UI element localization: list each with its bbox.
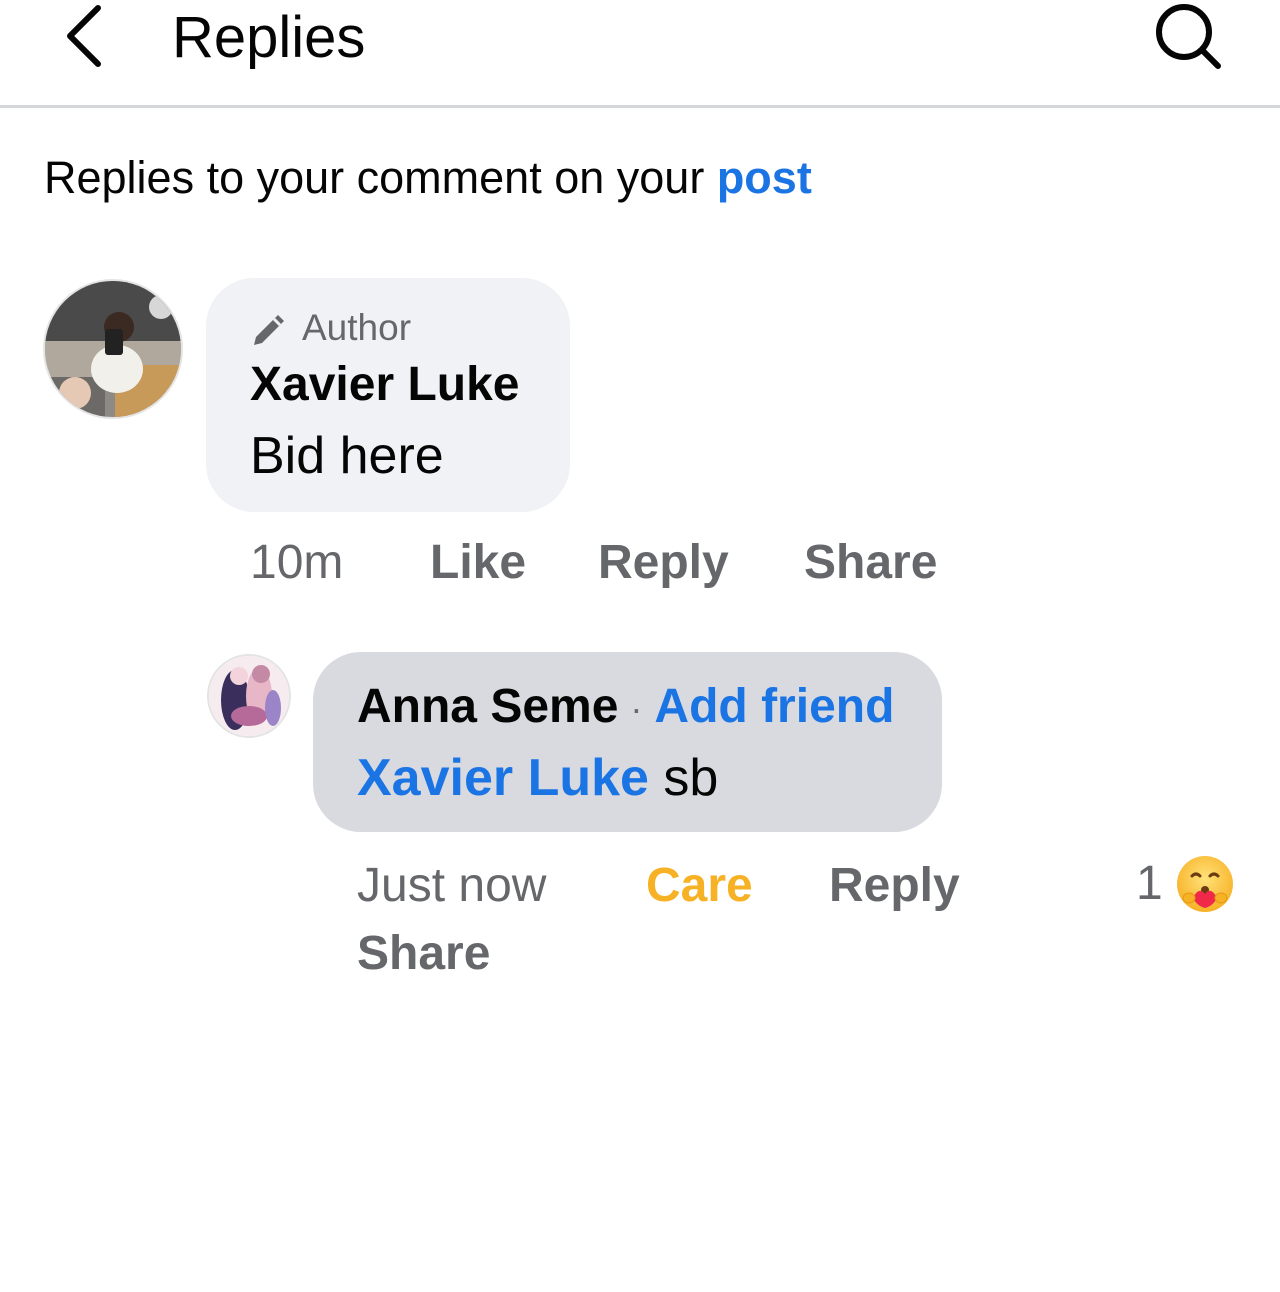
top-bar: Replies bbox=[0, 0, 1280, 108]
search-button[interactable] bbox=[1146, 0, 1230, 72]
reaction-summary[interactable]: 1 bbox=[1136, 852, 1235, 916]
reply-header: Anna Seme · Add friend bbox=[357, 678, 894, 738]
comment-timestamp: 10m bbox=[250, 536, 344, 589]
page-title: Replies bbox=[172, 5, 366, 70]
author-badge-label: Author bbox=[302, 307, 412, 348]
reply-message: sb bbox=[648, 749, 719, 807]
add-friend-button[interactable]: Add friend bbox=[654, 680, 894, 733]
reply-timestamp: Just now bbox=[357, 859, 547, 912]
back-button[interactable] bbox=[52, 0, 116, 72]
share-button[interactable]: Share bbox=[804, 533, 937, 593]
share-button[interactable]: Share bbox=[357, 924, 490, 984]
author-badge: Author bbox=[250, 306, 411, 350]
avatar[interactable] bbox=[43, 279, 183, 419]
context-line: Replies to your comment on your post bbox=[44, 150, 812, 206]
commenter-name[interactable]: Xavier Luke bbox=[250, 356, 519, 414]
comment-bubble[interactable]: Author Xavier Luke Bid here bbox=[206, 278, 570, 512]
context-text: Replies to your comment on your bbox=[44, 152, 717, 203]
replies-screen: Replies Replies to your comment on your … bbox=[0, 0, 1280, 1292]
reply-bubble[interactable]: Anna Seme · Add friend Xavier Luke sb bbox=[313, 652, 942, 832]
like-button[interactable]: Like bbox=[430, 533, 526, 593]
care-emoji-icon bbox=[1176, 856, 1233, 912]
chevron-left-icon bbox=[67, 5, 101, 67]
care-reaction-button[interactable]: Care bbox=[646, 856, 753, 916]
reply-button[interactable]: Reply bbox=[829, 856, 960, 916]
reply-button[interactable]: Reply bbox=[598, 533, 729, 593]
mention-link[interactable]: Xavier Luke bbox=[357, 749, 649, 807]
reaction-count: 1 bbox=[1136, 857, 1163, 910]
post-link[interactable]: post bbox=[717, 152, 812, 203]
search-icon bbox=[1156, 4, 1221, 69]
profile-photo bbox=[209, 656, 289, 736]
reply-text: Xavier Luke sb bbox=[357, 748, 718, 808]
reply-author-name[interactable]: Anna Seme bbox=[357, 680, 618, 733]
profile-photo bbox=[45, 281, 181, 417]
comment-text: Bid here bbox=[250, 427, 444, 485]
reply-avatar[interactable] bbox=[207, 654, 291, 738]
pencil-icon bbox=[254, 315, 284, 345]
separator-dot: · bbox=[630, 688, 643, 730]
